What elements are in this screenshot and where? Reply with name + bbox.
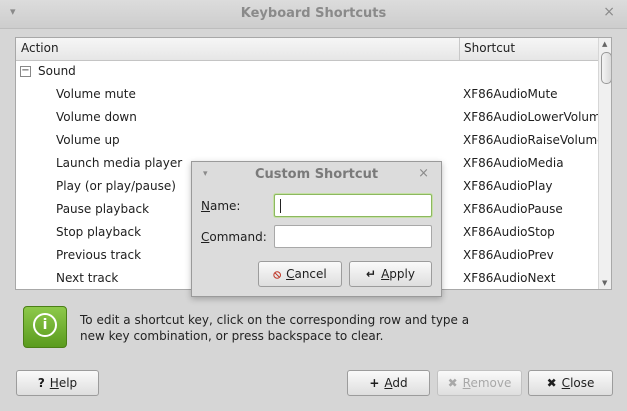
window-close-icon[interactable]: × [603,4,615,20]
remove-icon: ✖ [447,376,458,390]
window-title: Keyboard Shortcuts [240,6,387,21]
text-cursor [280,199,281,213]
column-header-shortcut[interactable]: Shortcut [464,41,515,55]
custom-shortcut-dialog: ▾ Custom Shortcut × Name: Command: ⦸ Canc… [191,161,442,297]
group-row-sound[interactable]: − Sound [16,61,598,84]
cancel-icon: ⦸ [273,267,282,281]
scrollbar-thumb[interactable] [601,52,611,84]
action-cell: Play (or play/pause) [56,179,176,193]
action-cell: Next track [56,271,119,285]
help-button[interactable]: ? Help [16,370,99,396]
action-cell: Pause playback [56,202,150,216]
command-field[interactable] [274,225,432,248]
vertical-scrollbar[interactable]: ▲ ▼ [598,38,611,289]
info-text: To edit a shortcut key, click on the cor… [80,313,470,343]
table-row[interactable]: Volume up XF86AudioRaiseVolume [16,130,598,153]
shortcut-cell: XF86AudioLowerVolume [463,110,598,124]
add-icon: + [369,376,380,390]
help-icon: ? [37,376,45,390]
scroll-down-arrow-icon[interactable]: ▼ [602,279,607,287]
info-bubble: i [33,313,57,337]
shortcut-cell: XF86AudioMedia [463,156,564,170]
group-label: Sound [38,64,76,78]
cancel-button[interactable]: ⦸ Cancel [258,261,342,287]
column-separator [459,38,460,60]
close-button[interactable]: ✖ Close [528,370,613,396]
action-cell: Volume down [56,110,137,124]
shortcut-cell: XF86AudioPlay [463,179,553,193]
dialog-title: Custom Shortcut [254,167,379,182]
apply-icon: ↵ [366,267,377,281]
shortcut-cell: XF86AudioNext [463,271,556,285]
name-label: Name: [201,199,241,213]
shortcut-cell: XF86AudioRaiseVolume [463,133,598,147]
collapse-icon[interactable]: − [20,66,31,77]
add-button[interactable]: + Add [347,370,430,396]
name-field[interactable] [274,194,432,217]
table-row[interactable]: Volume down XF86AudioLowerVolume [16,107,598,130]
shortcut-cell: XF86AudioPrev [463,248,554,262]
action-cell: Volume up [56,133,120,147]
command-label: Command: [201,230,267,244]
scroll-up-arrow-icon[interactable]: ▲ [602,40,607,48]
title-bar: ▾ Keyboard Shortcuts × [0,0,627,29]
column-header-action[interactable]: Action [21,41,59,55]
apply-button[interactable]: ↵ Apply [349,261,432,287]
action-cell: Volume mute [56,87,136,101]
shortcut-cell: XF86AudioStop [463,225,555,239]
tree-header: Action Shortcut [16,38,598,61]
shortcut-cell: XF86AudioMute [463,87,558,101]
action-cell: Stop playback [56,225,142,239]
info-icon: i [23,306,67,348]
action-cell: Launch media player [56,156,183,170]
shortcut-cell: XF86AudioPause [463,202,563,216]
table-row[interactable]: Volume mute XF86AudioMute [16,84,598,107]
remove-button[interactable]: ✖ Remove [437,370,522,396]
close-icon: ✖ [546,376,557,390]
dialog-close-icon[interactable]: × [418,166,429,181]
action-cell: Previous track [56,248,142,262]
